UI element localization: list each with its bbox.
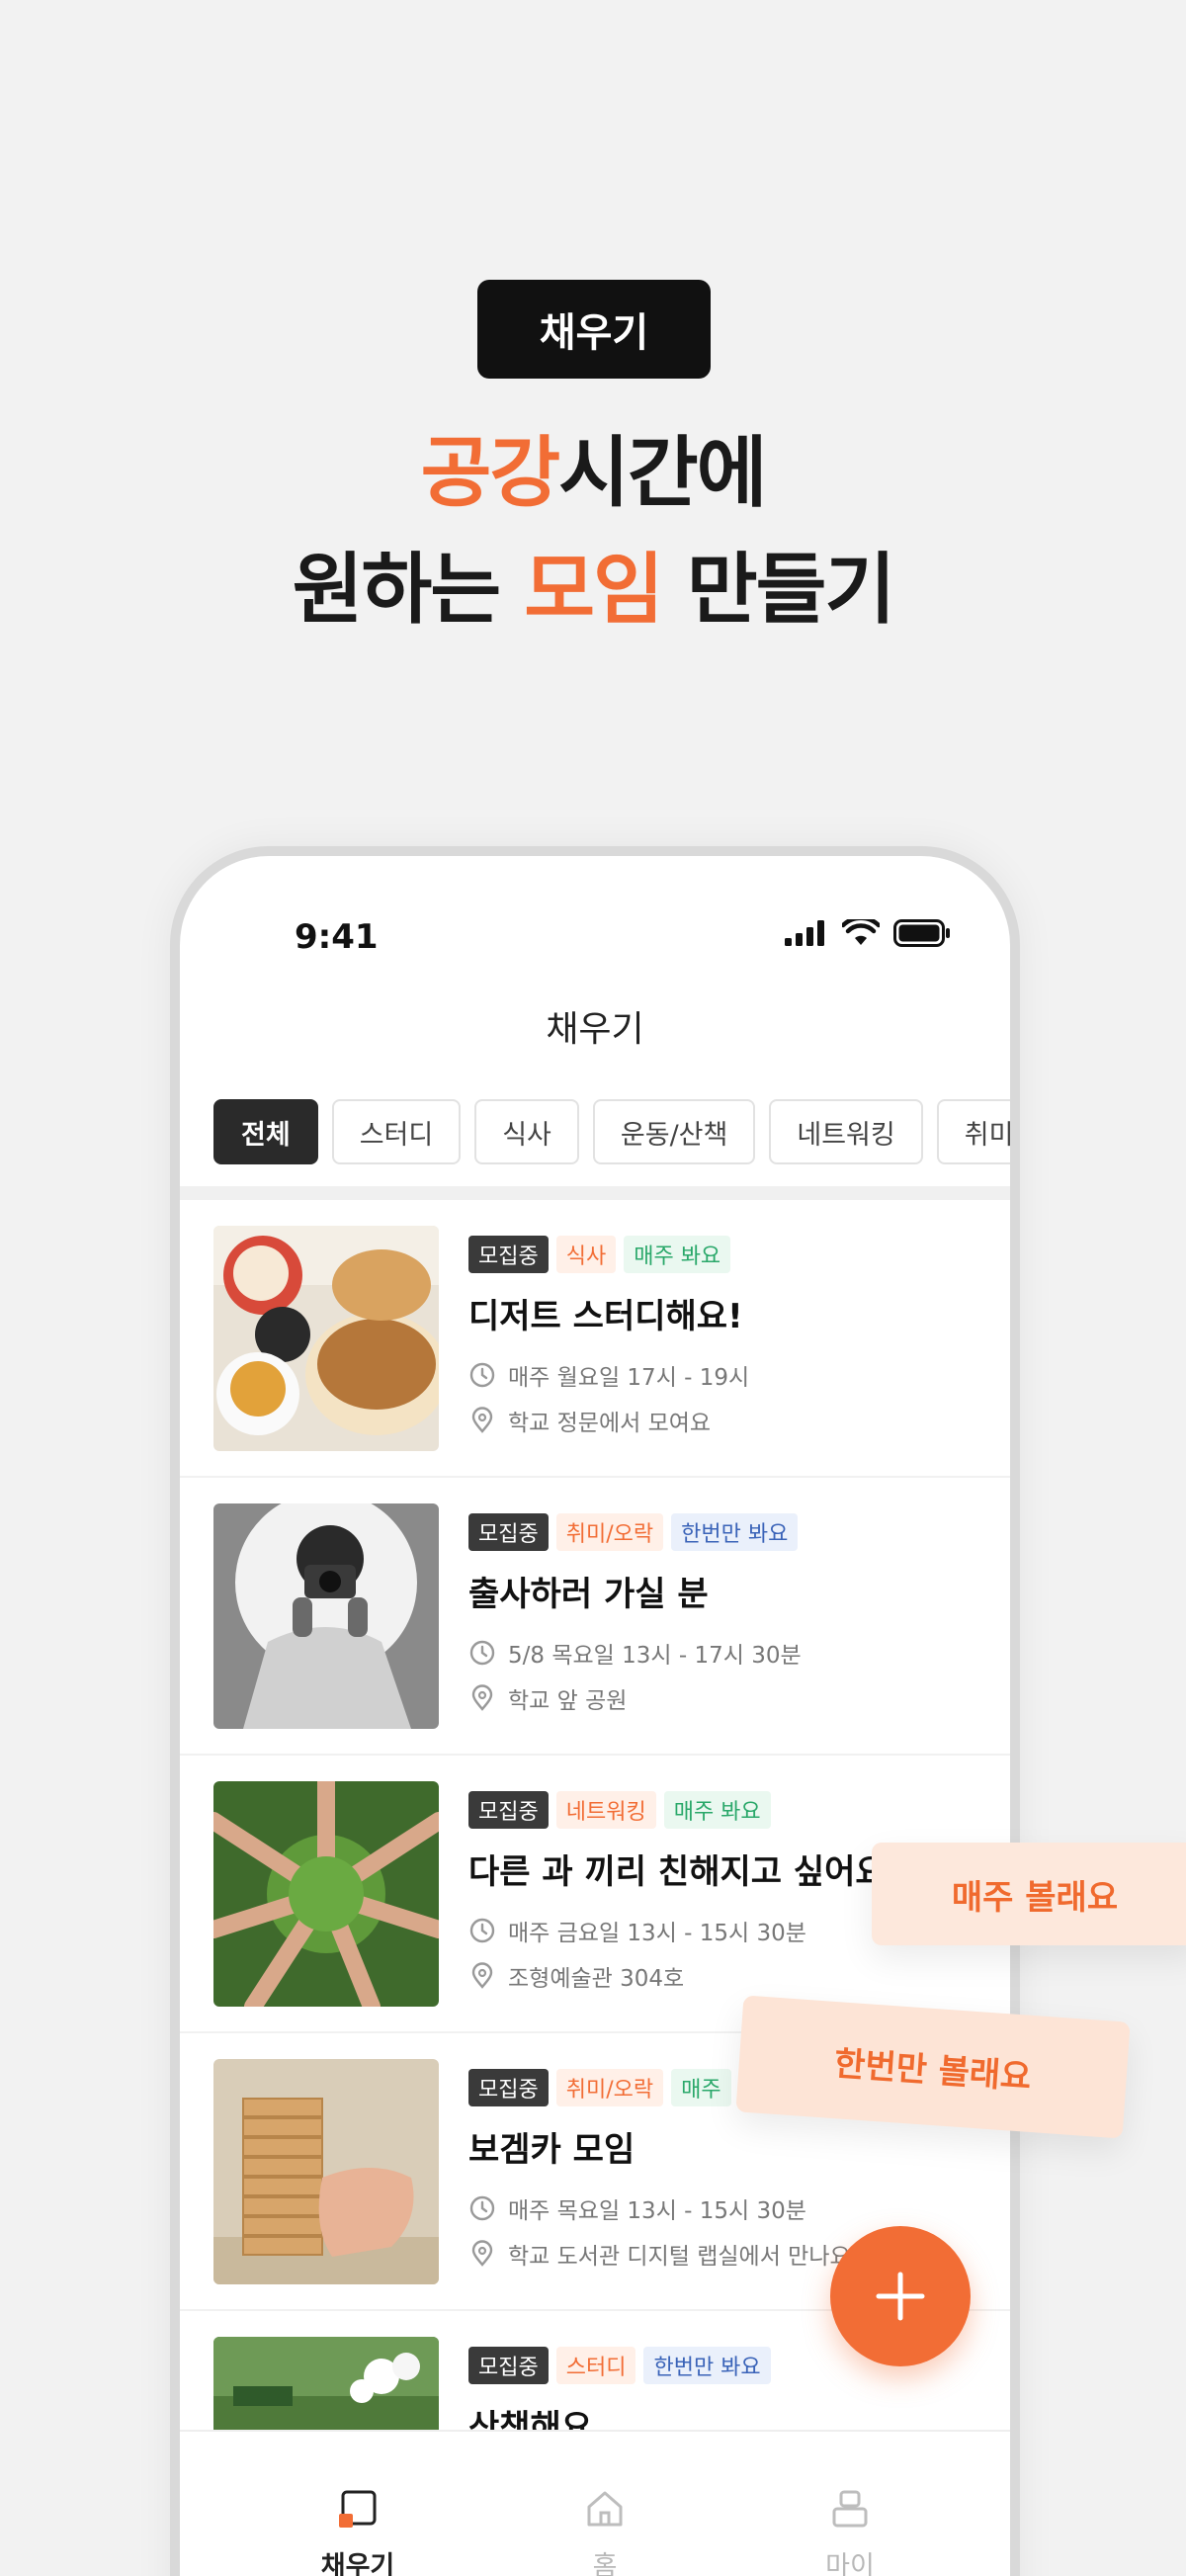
nav-home[interactable]: 홈	[536, 2487, 674, 2576]
meeting-title: 다른 과 끼리 친해지고 싶어요	[468, 1852, 887, 1892]
frequency-badge: 한번만 봐요	[671, 1513, 799, 1551]
weekly-option-chip[interactable]: 매주 볼래요	[872, 1843, 1186, 1945]
hero-line1-rest: 시간에	[558, 429, 767, 518]
profile-icon	[832, 2490, 868, 2528]
meeting-place-text: 조형예술관 304호	[508, 1966, 685, 1992]
meeting-time: 매주 금요일 13시 - 15시 30분	[468, 1914, 806, 1947]
list-item[interactable]: 모집중 식사 매주 봐요 디저트 스터디해요! 매주 월요일 17시 - 19시…	[180, 1200, 1010, 1478]
tab-networking[interactable]: 네트워킹	[769, 1099, 923, 1164]
status-badge: 모집중	[468, 2347, 549, 2384]
clock-icon	[469, 1918, 495, 1943]
status-badge: 모집중	[468, 1236, 549, 1273]
status-badge: 모집중	[468, 1791, 549, 1829]
meeting-time-text: 매주 금요일 13시 - 15시 30분	[508, 1921, 806, 1946]
meeting-place-text: 학교 정문에서 모여요	[508, 1411, 712, 1436]
nav-fill-label: 채우기	[320, 2551, 395, 2576]
list-item[interactable]: 모집중 취미/오락 한번만 봐요 출사하러 가실 분 5/8 목요일 13시 -…	[180, 1478, 1010, 1756]
meeting-title: 보겜카 모임	[468, 2130, 635, 2170]
hero-accent-moim: 모임	[524, 546, 664, 635]
nav-my[interactable]: 마이	[781, 2487, 919, 2576]
meeting-time-text: 매주 월요일 17시 - 19시	[508, 1365, 750, 1391]
nav-my-label: 마이	[825, 2551, 875, 2576]
nav-fill[interactable]: 채우기	[289, 2487, 427, 2576]
category-badge: 식사	[555, 1236, 617, 1273]
fill-square-icon	[339, 2490, 377, 2528]
bottom-navigation: 채우기 홈 마이	[180, 2430, 1010, 2576]
meeting-place: 학교 앞 공원	[468, 1681, 627, 1715]
location-pin-icon	[471, 1684, 493, 1711]
wifi-icon	[842, 919, 880, 945]
meeting-thumbnail-hands-circle	[213, 1781, 439, 2007]
status-bar: 9:41	[180, 856, 1010, 965]
meeting-thumbnail-dessert	[213, 1226, 439, 1451]
meeting-time-text: 5/8 목요일 13시 - 17시 30분	[508, 1643, 802, 1669]
location-pin-icon	[471, 1407, 493, 1433]
hero-line2-pre: 원하는	[292, 546, 525, 635]
tab-study[interactable]: 스터디	[331, 1099, 462, 1164]
category-badge: 스터디	[555, 2347, 636, 2384]
meeting-place: 학교 도서관 디지털 랩실에서 만나요	[468, 2237, 851, 2271]
meeting-title: 디저트 스터디해요!	[468, 1297, 743, 1336]
meeting-thumbnail-photographer	[213, 1503, 439, 1729]
location-pin-icon	[471, 2240, 493, 2267]
frequency-badge: 매주	[671, 2069, 731, 2106]
plus-icon	[876, 2272, 925, 2321]
category-badge: 네트워킹	[555, 1791, 656, 1829]
hero-accent-gonggang: 공강	[420, 429, 561, 518]
clock-icon	[469, 1362, 495, 1388]
battery-icon	[893, 919, 950, 947]
meeting-time: 매주 월요일 17시 - 19시	[468, 1358, 749, 1392]
add-meeting-button[interactable]	[830, 2226, 971, 2366]
location-pin-icon	[471, 1962, 493, 1989]
hero-line2-post: 만들기	[661, 546, 895, 635]
hero-badge: 채우기	[477, 280, 711, 379]
frequency-badge: 한번만 봐요	[643, 2347, 771, 2384]
clock-icon	[469, 2195, 495, 2221]
category-badge: 취미/오락	[555, 2069, 664, 2106]
category-tabs: 전체 스터디 식사 운동/산책 네트워킹 취미/오락	[213, 1099, 1010, 1164]
tab-hobby[interactable]: 취미/오락	[936, 1099, 1010, 1164]
status-time: 9:41	[295, 917, 379, 957]
meeting-place-text: 학교 앞 공원	[508, 1688, 628, 1714]
tab-meal[interactable]: 식사	[474, 1099, 579, 1164]
meeting-time: 5/8 목요일 13시 - 17시 30분	[468, 1636, 802, 1670]
meeting-time: 매주 목요일 13시 - 15시 30분	[468, 2191, 806, 2225]
tabs-divider	[180, 1186, 1010, 1200]
meeting-thumbnail-jenga	[213, 2059, 439, 2284]
cellular-signal-icon	[785, 920, 824, 946]
category-badge: 취미/오락	[555, 1513, 664, 1551]
status-icons	[785, 919, 951, 947]
meeting-place-text: 학교 도서관 디지털 랩실에서 만나요	[508, 2244, 851, 2270]
hero-title: 공강시간에 원하는 모임 만들기	[0, 415, 1186, 648]
tab-exercise-walk[interactable]: 운동/산책	[592, 1099, 756, 1164]
meeting-time-text: 매주 목요일 13시 - 15시 30분	[508, 2198, 806, 2224]
meeting-title: 출사하러 가실 분	[468, 1575, 709, 1614]
status-badge: 모집중	[468, 2069, 549, 2106]
frequency-badge: 매주 봐요	[624, 1236, 731, 1273]
clock-icon	[469, 1640, 495, 1666]
status-badge: 모집중	[468, 1513, 549, 1551]
meeting-place: 학교 정문에서 모여요	[468, 1404, 711, 1437]
home-icon	[587, 2491, 623, 2527]
frequency-badge: 매주 봐요	[663, 1791, 771, 1829]
nav-home-label: 홈	[592, 2551, 618, 2576]
meeting-place: 조형예술관 304호	[468, 1959, 684, 1993]
app-title: 채우기	[546, 1009, 644, 1050]
tab-all[interactable]: 전체	[213, 1099, 318, 1164]
